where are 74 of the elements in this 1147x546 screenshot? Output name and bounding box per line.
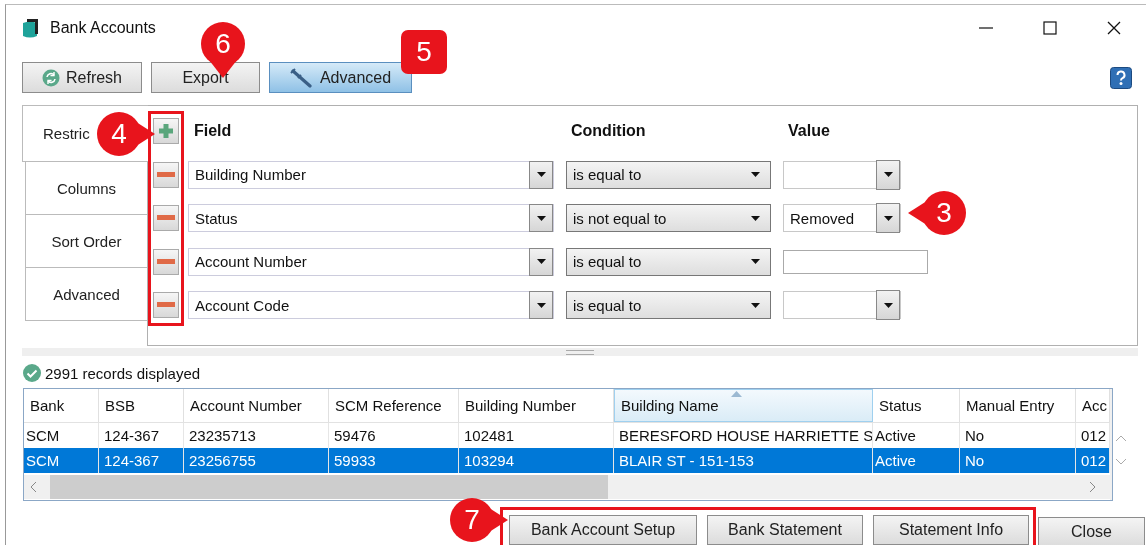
check-icon	[23, 364, 41, 382]
status-text: 2991 records displayed	[45, 364, 201, 382]
toolbar-button[interactable]: Advanced	[269, 62, 412, 93]
scroll-down-icon	[1115, 458, 1127, 466]
table-cell: SCM	[24, 448, 99, 473]
scroll-left-icon	[30, 481, 38, 493]
table-cell: Active	[873, 448, 960, 473]
column-header: Condition	[571, 122, 647, 140]
table-cell: No	[960, 448, 1076, 473]
condition-dropdown[interactable]: is equal to	[566, 247, 771, 276]
value-dropdown[interactable]: Removed	[783, 204, 901, 232]
add-button[interactable]	[153, 118, 179, 144]
dropdown-arrow-icon	[536, 302, 546, 308]
refresh-icon	[42, 68, 60, 87]
minus-icon	[157, 302, 175, 308]
splitter-grip-icon[interactable]	[566, 349, 594, 355]
remove-button[interactable]	[153, 248, 179, 275]
column-header: Field	[193, 122, 233, 140]
close-icon	[1107, 20, 1121, 35]
minus-icon	[157, 258, 175, 265]
scroll-right-icon	[1088, 481, 1096, 493]
condition-dropdown[interactable]: is equal to	[566, 291, 771, 319]
dropdown-arrow-icon	[883, 172, 893, 177]
side-tab[interactable]: Advanced	[25, 268, 147, 321]
minus-icon	[157, 215, 175, 221]
field-dropdown[interactable]: Account Number	[188, 247, 554, 276]
close-button[interactable]: Close	[1038, 517, 1145, 545]
dropdown-arrow-icon	[750, 215, 760, 221]
dropdown-arrow-icon	[536, 172, 546, 177]
dropdown-arrow-icon	[536, 215, 546, 221]
column-header: Value	[788, 122, 830, 140]
dropdown-arrow-icon	[536, 259, 546, 264]
plus-icon	[158, 123, 174, 139]
window-title: Bank Accounts	[50, 18, 156, 37]
horizontal-scrollbar[interactable]	[24, 475, 1110, 499]
table-cell: BLAIR ST - 151-153	[614, 448, 873, 473]
dropdown-arrow-icon	[883, 215, 893, 221]
dropdown-arrow-icon	[750, 302, 760, 308]
scroll-up-icon	[1115, 434, 1127, 442]
callout-badge: 5	[401, 30, 447, 74]
remove-button[interactable]	[153, 205, 179, 231]
field-dropdown[interactable]: Building Number	[188, 160, 554, 189]
value-field[interactable]	[783, 249, 928, 274]
side-tab[interactable]: Sort Order	[25, 215, 147, 268]
minus-icon	[157, 171, 175, 178]
table-cell: 59933	[329, 448, 459, 473]
field-dropdown[interactable]: Account Code	[188, 291, 554, 319]
footer-button[interactable]: Bank Statement	[707, 515, 863, 545]
table-cell: 103294	[459, 448, 614, 473]
table-cell: 124-367	[99, 448, 184, 473]
help-icon	[1110, 66, 1132, 89]
maximize-icon	[1043, 20, 1057, 35]
remove-button[interactable]	[153, 292, 179, 318]
help-button[interactable]	[1110, 66, 1132, 89]
condition-dropdown[interactable]: is equal to	[566, 160, 771, 189]
sort-arrow-icon	[731, 391, 742, 397]
dropdown-arrow-icon	[750, 259, 760, 264]
toolbar-button[interactable]: Refresh	[22, 62, 142, 93]
footer-button[interactable]: Bank Account Setup	[509, 515, 697, 545]
app-logo-icon	[21, 16, 39, 39]
wrench-icon	[289, 67, 314, 88]
minimize-icon	[979, 26, 993, 29]
condition-dropdown[interactable]: is not equal to	[566, 204, 771, 232]
value-dropdown[interactable]	[783, 291, 901, 319]
table-cell: 23256755	[184, 448, 329, 473]
dropdown-arrow-icon	[750, 172, 760, 177]
side-tab[interactable]: Columns	[25, 162, 147, 215]
remove-button[interactable]	[153, 161, 179, 188]
dropdown-arrow-icon	[883, 302, 893, 308]
footer-button[interactable]: Statement Info	[873, 515, 1029, 545]
value-dropdown[interactable]	[783, 160, 901, 189]
table-row[interactable]: SCM 124-367 23256755 59933 103294 BLAIR ST - 151-153 Active No 012	[24, 448, 1110, 473]
column-header[interactable]: Building Name	[614, 389, 873, 422]
field-dropdown[interactable]: Status	[188, 204, 554, 232]
